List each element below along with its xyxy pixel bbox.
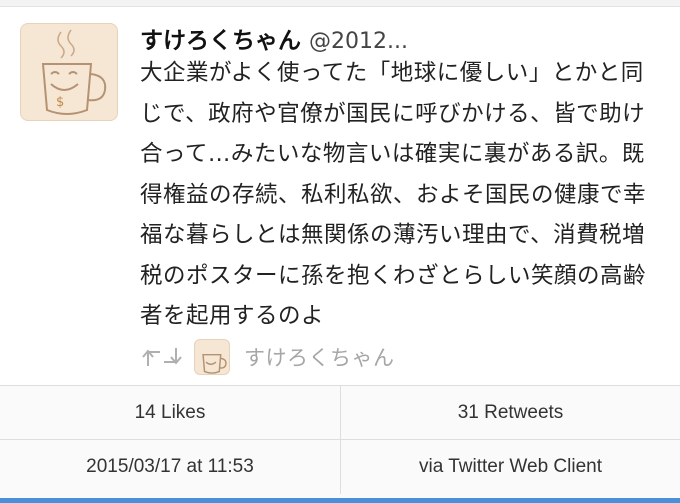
tweet-stats: 14 Likes 31 Retweets 2015/03/17 at 11:53… — [0, 385, 680, 503]
tweet-client[interactable]: via Twitter Web Client — [341, 440, 680, 494]
top-divider — [0, 0, 680, 7]
retweeted-by: すけろくちゃん — [140, 339, 395, 375]
retweets-count[interactable]: 31 Retweets — [341, 386, 680, 440]
retweeter-avatar[interactable] — [194, 339, 230, 375]
author-header: すけろくちゃん @2012... — [140, 21, 408, 55]
bottom-accent-bar — [0, 498, 680, 503]
meta-row: 2015/03/17 at 11:53 via Twitter Web Clie… — [0, 439, 680, 494]
coffee-cup-face-drawing: $ — [41, 29, 107, 115]
likes-count[interactable]: 14 Likes — [0, 386, 341, 440]
tweet-text: 大企業がよく使ってた「地球に優しい」とかと同じで、政府や官僚が国民に呼びかける、… — [140, 60, 647, 329]
svg-text:$: $ — [56, 95, 64, 110]
tweet-date[interactable]: 2015/03/17 at 11:53 — [0, 440, 341, 494]
coffee-cup-face-drawing — [202, 353, 227, 374]
author-name[interactable]: すけろくちゃん — [140, 28, 301, 54]
retweeter-name[interactable]: すけろくちゃん — [244, 342, 395, 372]
author-avatar[interactable]: $ — [20, 23, 118, 121]
retweet-icon — [142, 348, 182, 366]
tweet: $ すけろくちゃん @2012... 大企業がよく使ってた「地球に優しい」とかと同… — [0, 7, 680, 385]
counts-row: 14 Likes 31 Retweets — [0, 385, 680, 440]
author-handle[interactable]: @2012... — [309, 29, 408, 54]
